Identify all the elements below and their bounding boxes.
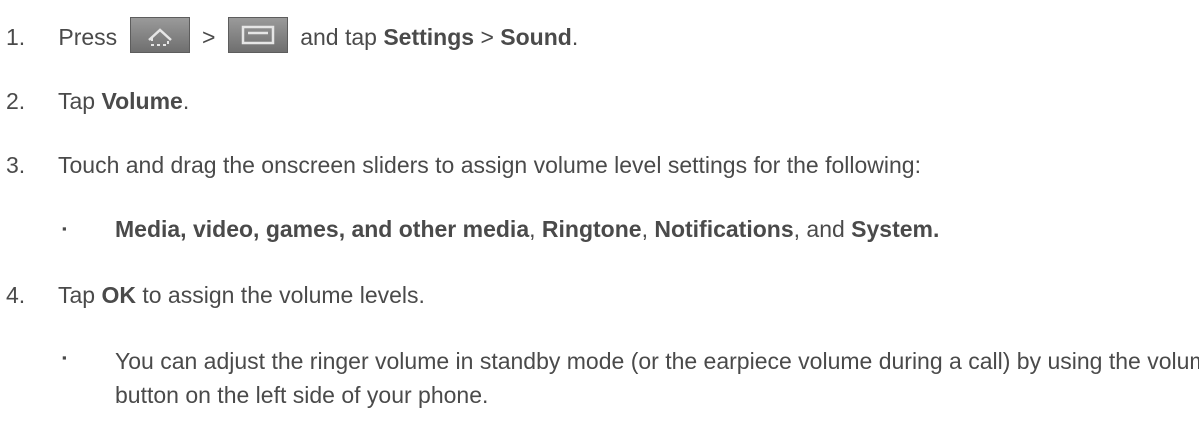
step-text: Touch and drag the onscreen sliders to a…	[57, 152, 921, 178]
step-3: 3. Touch and drag the onscreen sliders t…	[0, 151, 921, 179]
sound-label: Sound	[500, 24, 572, 50]
step-number: 3.	[6, 152, 26, 178]
step-number: 1.	[6, 24, 26, 50]
step-text: Tap	[57, 88, 96, 114]
bullet-icon: ▪	[62, 221, 67, 236]
bullet-text: You can adjust the ringer volume in stan…	[115, 348, 1199, 408]
home-icon[interactable]	[129, 16, 190, 53]
step-2: 2. Tap Volume.	[0, 87, 189, 115]
bullet-icon: ▪	[62, 350, 67, 365]
instruction-document: 1. Press > and tap Settings > Sound. 2. …	[0, 0, 1199, 422]
separator: >	[201, 24, 216, 50]
step-number: 2.	[6, 88, 26, 114]
step-text: to assign the volume levels.	[142, 282, 425, 308]
settings-label: Settings	[383, 24, 475, 50]
step-text: Press	[58, 24, 118, 50]
ok-label: OK	[101, 282, 136, 308]
menu-icon[interactable]	[227, 16, 288, 53]
bullet-text: Media, video, games, and other media, Ri…	[115, 216, 940, 242]
volume-label: Volume	[101, 88, 183, 114]
step-number: 4.	[6, 282, 26, 308]
step-text: and tap	[300, 24, 377, 50]
step-4: 4. Tap OK to assign the volume levels.	[0, 281, 425, 309]
step-1: 1. Press > and tap Settings > Sound.	[0, 16, 578, 53]
separator: >	[480, 24, 494, 50]
step-text: Tap	[57, 282, 96, 308]
